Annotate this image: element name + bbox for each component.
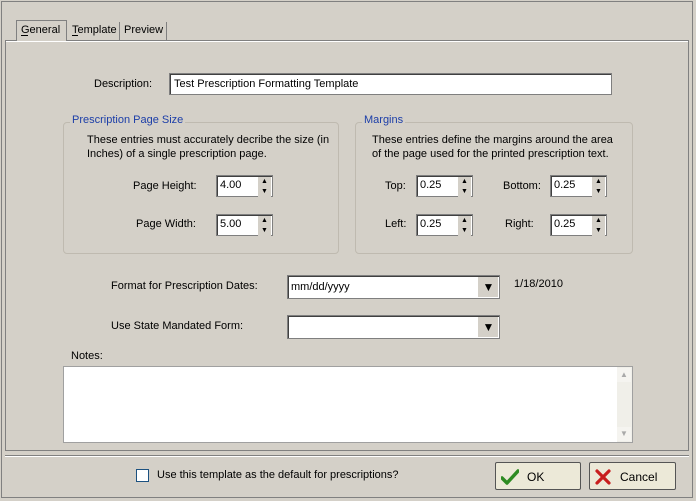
margin-right-spinner[interactable]: 0.25 ▲ ▼ [550, 214, 607, 236]
page-size-group-title: Prescription Page Size [70, 114, 186, 126]
state-form-select[interactable]: ▼ [287, 315, 500, 339]
up-arrow-icon[interactable]: ▲ [592, 177, 605, 187]
x-icon [595, 469, 611, 485]
margin-top-spinner[interactable]: 0.25 ▲ ▼ [416, 175, 473, 197]
page-height-spinner[interactable]: 4.00 ▲ ▼ [216, 175, 273, 197]
up-arrow-icon[interactable]: ▲ [258, 216, 271, 226]
bottom-separator-highlight [5, 456, 689, 457]
margin-top-value: 0.25 [420, 179, 442, 191]
tab-template-mnemonic [72, 35, 78, 36]
page-height-label: Page Height: [133, 180, 197, 192]
notes-scrollbar[interactable]: ▲ ▼ [617, 367, 632, 442]
spinner-buttons: ▲ ▼ [592, 216, 605, 236]
margin-top-label: Top: [385, 180, 406, 192]
ok-button[interactable]: OK [495, 462, 581, 490]
spinner-buttons: ▲ ▼ [258, 216, 271, 236]
spinner-buttons: ▲ ▼ [458, 216, 471, 236]
margin-left-value: 0.25 [420, 218, 442, 230]
date-format-value: mm/dd/yyyy [291, 281, 350, 293]
chevron-down-icon[interactable]: ▼ [478, 277, 498, 297]
default-template-label: Use this template as the default for pre… [157, 469, 399, 481]
down-arrow-icon[interactable]: ▼ [458, 187, 471, 197]
ok-label: OK [527, 470, 545, 484]
date-format-label: Format for Prescription Dates: [111, 280, 258, 292]
margin-right-value: 0.25 [554, 218, 576, 230]
down-arrow-icon[interactable]: ▼ [258, 187, 271, 197]
checkmark-icon [501, 469, 519, 485]
tab-separator [119, 22, 120, 41]
state-form-label: Use State Mandated Form: [111, 320, 244, 332]
down-arrow-icon[interactable]: ▼ [592, 226, 605, 236]
tab-template[interactable]: Template [69, 21, 120, 40]
tab-general[interactable]: General [18, 21, 64, 40]
page-width-label: Page Width: [136, 218, 196, 230]
tab-page-highlight [6, 41, 688, 42]
down-arrow-icon[interactable]: ▼ [258, 226, 271, 236]
page-height-value: 4.00 [220, 179, 242, 191]
description-input[interactable]: Test Prescription Formatting Template [169, 73, 612, 95]
description-label: Description: [94, 78, 153, 90]
margins-group-title: Margins [362, 114, 406, 126]
scroll-up-arrow-icon[interactable]: ▲ [617, 368, 631, 382]
spinner-buttons: ▲ ▼ [258, 177, 271, 197]
tab-preview-label: Preview [124, 24, 164, 36]
default-template-checkbox[interactable] [136, 469, 149, 482]
notes-textarea[interactable]: ▲ ▼ [63, 366, 633, 443]
page-size-info: These entries must accurately decribe th… [87, 134, 330, 160]
margin-bottom-spinner[interactable]: 0.25 ▲ ▼ [550, 175, 607, 197]
up-arrow-icon[interactable]: ▲ [458, 216, 471, 226]
scroll-down-arrow-icon[interactable]: ▼ [617, 427, 631, 441]
page-width-spinner[interactable]: 5.00 ▲ ▼ [216, 214, 273, 236]
cancel-label: Cancel [620, 470, 658, 484]
tab-general-mnemonic [21, 35, 28, 36]
margin-bottom-label: Bottom: [503, 180, 541, 192]
date-format-select[interactable]: mm/dd/yyyy ▼ [287, 275, 500, 299]
tab-preview[interactable]: Preview [121, 21, 166, 40]
up-arrow-icon[interactable]: ▲ [592, 216, 605, 226]
tab-separator [166, 22, 167, 41]
date-format-preview: 1/18/2010 [514, 278, 563, 290]
cancel-button[interactable]: Cancel [589, 462, 676, 490]
up-arrow-icon[interactable]: ▲ [258, 177, 271, 187]
margin-right-label: Right: [505, 218, 534, 230]
up-arrow-icon[interactable]: ▲ [458, 177, 471, 187]
margin-left-spinner[interactable]: 0.25 ▲ ▼ [416, 214, 473, 236]
margin-left-label: Left: [385, 218, 407, 230]
down-arrow-icon[interactable]: ▼ [592, 187, 605, 197]
page-width-value: 5.00 [220, 218, 242, 230]
margin-bottom-value: 0.25 [554, 179, 576, 191]
down-arrow-icon[interactable]: ▼ [458, 226, 471, 236]
notes-label: Notes: [71, 350, 103, 362]
spinner-buttons: ▲ ▼ [458, 177, 471, 197]
tab-template-label: Template [72, 24, 117, 36]
spinner-buttons: ▲ ▼ [592, 177, 605, 197]
description-value: Test Prescription Formatting Template [174, 78, 359, 90]
margins-info: These entries define the margins around … [372, 134, 613, 160]
chevron-down-icon[interactable]: ▼ [478, 317, 498, 337]
